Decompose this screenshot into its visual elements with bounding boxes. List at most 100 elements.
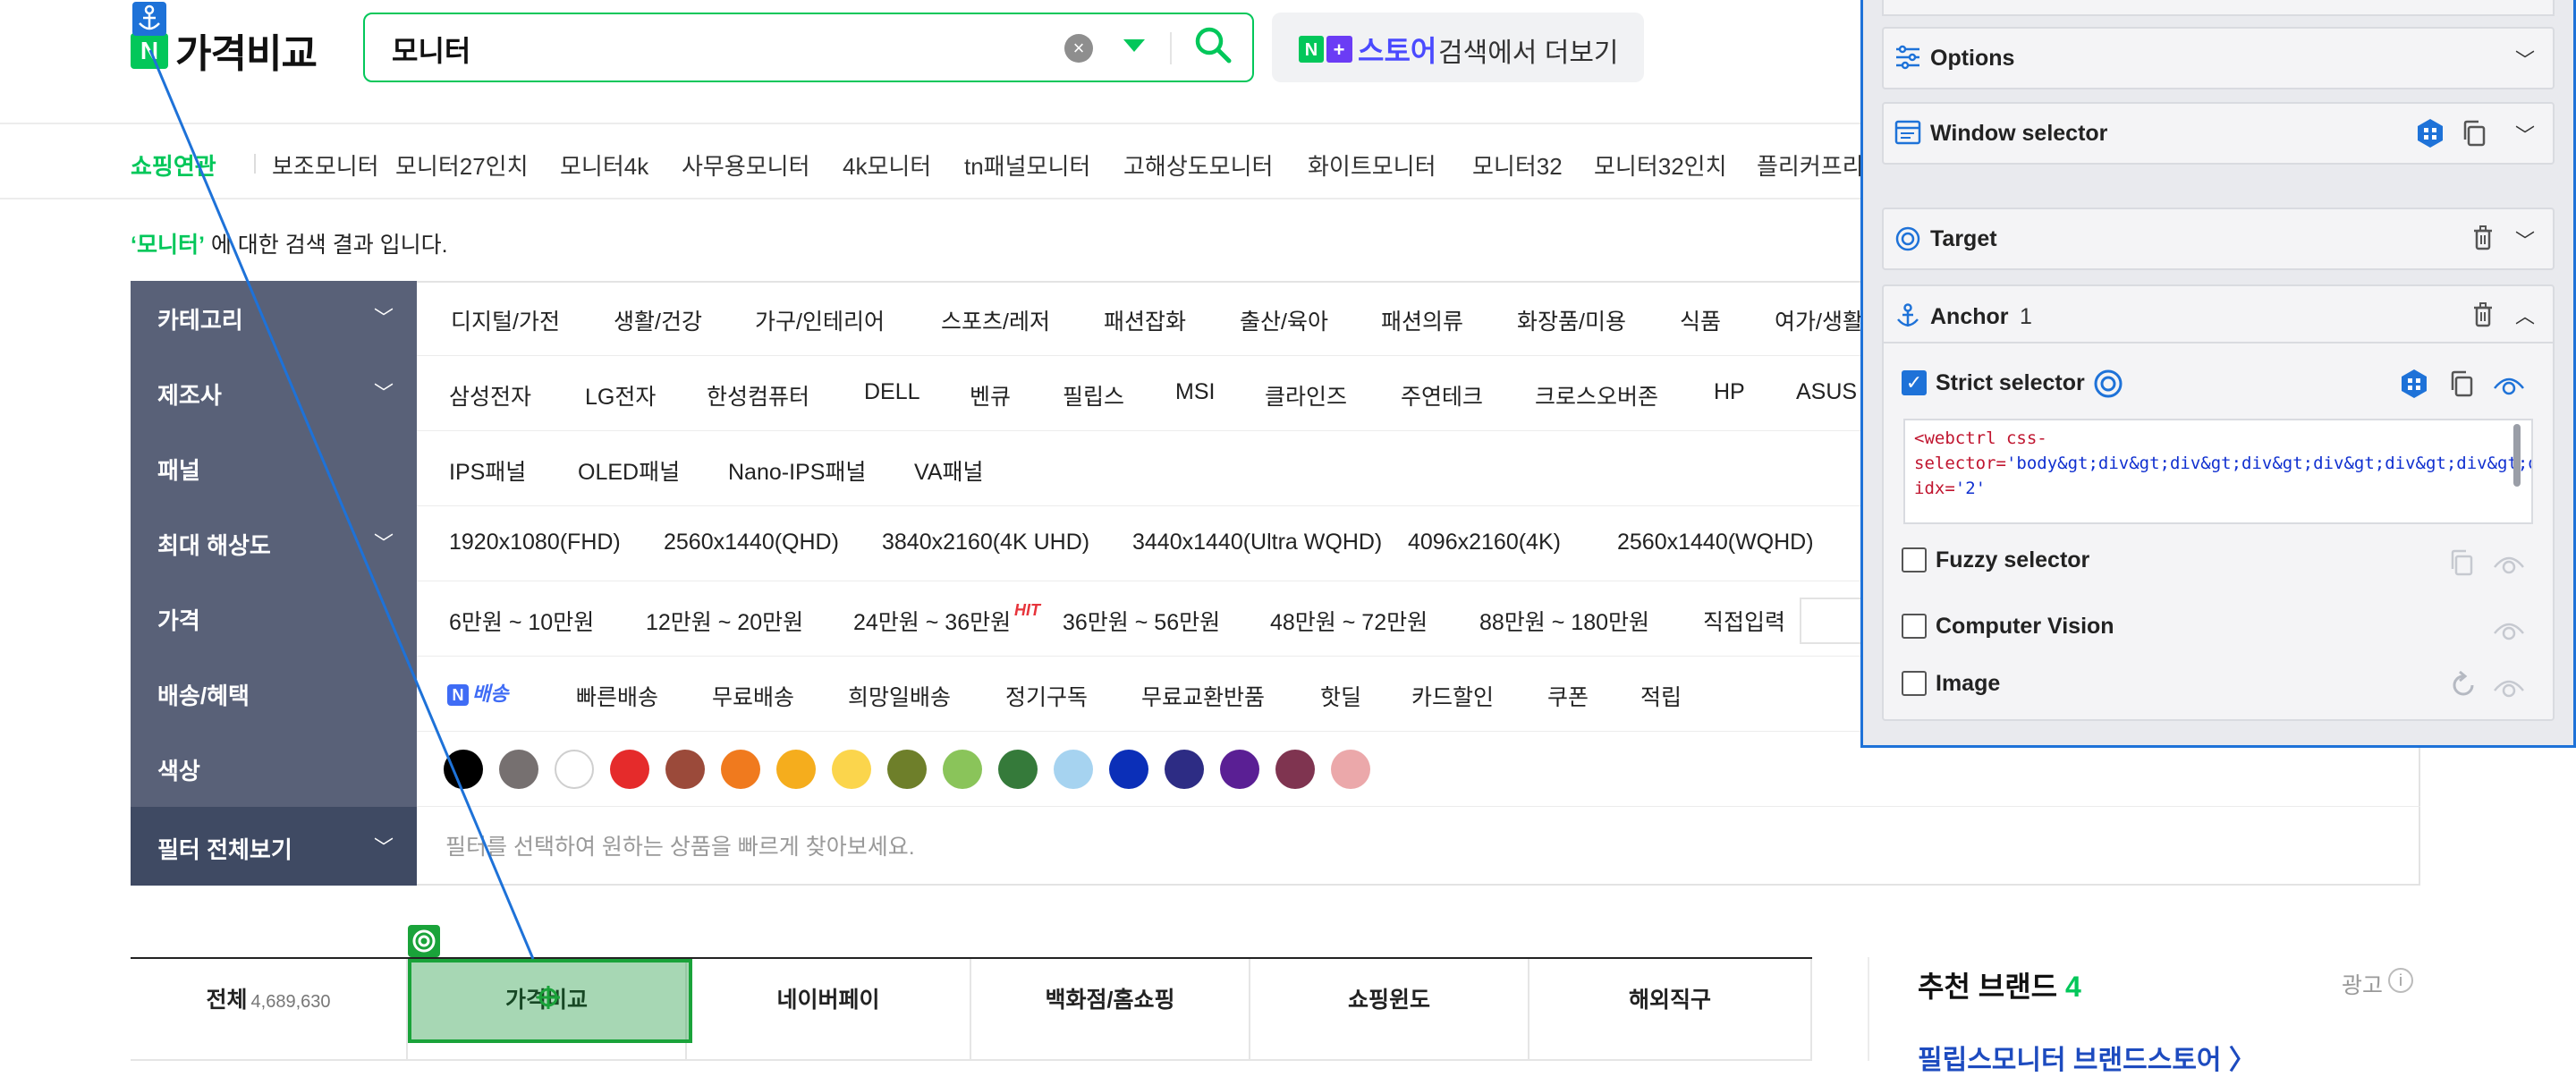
filter-option[interactable]: 삼성전자 bbox=[449, 379, 531, 411]
filter-option[interactable]: 주연테크 bbox=[1401, 379, 1483, 411]
related-keyword[interactable]: 모니터32인치 bbox=[1594, 148, 1727, 182]
filter-option[interactable]: 4096x2160(4K) bbox=[1408, 530, 1561, 555]
chevron-down-icon[interactable]: ﹀ bbox=[2515, 120, 2535, 148]
filter-option[interactable]: 카드할인 bbox=[1411, 680, 1494, 712]
related-keyword[interactable]: tn패널모니터 bbox=[964, 148, 1090, 182]
filter-option[interactable]: 벤큐 bbox=[970, 379, 1011, 411]
filter-head-maker[interactable]: 제조사 ﹀ bbox=[131, 356, 417, 431]
color-swatch[interactable] bbox=[665, 750, 705, 789]
filter-option[interactable]: 쿠폰 bbox=[1547, 680, 1589, 712]
computer-vision-checkbox[interactable] bbox=[1902, 614, 1927, 639]
search-input[interactable]: 모니터 bbox=[392, 29, 470, 70]
filter-option[interactable]: 화장품/미용 bbox=[1517, 304, 1626, 336]
copy-icon[interactable] bbox=[2462, 120, 2487, 147]
filter-option[interactable]: LG전자 bbox=[585, 379, 656, 411]
tab-overseas[interactable]: 해외직구 bbox=[1530, 959, 1812, 1061]
color-swatch[interactable] bbox=[943, 750, 982, 789]
filter-option[interactable]: HP bbox=[1714, 379, 1745, 405]
filter-head-category[interactable]: 카테고리 ﹀ bbox=[131, 281, 417, 356]
filter-option[interactable]: 정기구독 bbox=[1005, 680, 1088, 712]
filter-option[interactable]: 빠른배송 bbox=[576, 680, 658, 712]
tab-department[interactable]: 백화점/홈쇼핑 bbox=[971, 959, 1250, 1061]
selector-code-editor[interactable]: <webctrl css-selector='body&gt;div&gt;di… bbox=[1903, 419, 2533, 524]
color-swatch[interactable] bbox=[721, 750, 760, 789]
tab-naverpay[interactable]: 네이버페이 bbox=[687, 959, 971, 1061]
filter-option[interactable]: 1920x1080(FHD) bbox=[449, 530, 621, 555]
search-icon[interactable] bbox=[1193, 25, 1233, 64]
color-swatch[interactable] bbox=[444, 750, 483, 789]
filter-option[interactable]: 한성컴퓨터 bbox=[707, 379, 809, 411]
color-swatch[interactable] bbox=[832, 750, 871, 789]
filter-option[interactable]: 출산/육아 bbox=[1240, 304, 1328, 336]
color-swatch[interactable] bbox=[1220, 750, 1259, 789]
trash-icon[interactable] bbox=[2472, 225, 2494, 250]
related-keyword[interactable]: 보조모니터 bbox=[272, 148, 379, 182]
filter-all-button[interactable]: 필터 전체보기 ﹀ bbox=[131, 807, 417, 886]
filter-option[interactable]: 식품 bbox=[1680, 304, 1721, 336]
image-checkbox[interactable] bbox=[1902, 671, 1927, 696]
filter-option[interactable]: OLED패널 bbox=[578, 454, 680, 487]
selector-grid-icon[interactable] bbox=[2399, 369, 2429, 399]
filter-option[interactable]: 12만원 ~ 20만원 bbox=[646, 605, 803, 637]
filter-option[interactable]: 2560x1440(WQHD) bbox=[1617, 530, 1814, 555]
filter-option[interactable]: 디지털/가전 bbox=[451, 304, 560, 336]
filter-option[interactable]: 무료교환반품 bbox=[1141, 680, 1265, 712]
filter-option[interactable]: 여가/생활 bbox=[1775, 304, 1863, 336]
color-swatch[interactable] bbox=[1109, 750, 1148, 789]
filter-option[interactable]: 48만원 ~ 72만원 bbox=[1270, 605, 1428, 637]
color-swatch[interactable] bbox=[1165, 750, 1204, 789]
related-keyword[interactable]: 모니터27인치 bbox=[395, 148, 529, 182]
filter-option[interactable]: ASUS bbox=[1796, 379, 1857, 405]
filter-option[interactable]: 6만원 ~ 10만원 bbox=[449, 605, 594, 637]
related-keyword[interactable]: 4k모니터 bbox=[843, 148, 931, 182]
color-swatch[interactable] bbox=[1275, 750, 1315, 789]
filter-option[interactable]: 생활/건강 bbox=[614, 304, 702, 336]
filter-option[interactable]: 3440x1440(Ultra WQHD) bbox=[1132, 530, 1382, 555]
color-swatch[interactable] bbox=[1054, 750, 1093, 789]
trash-icon[interactable] bbox=[2472, 302, 2494, 327]
filter-option[interactable]: 핫딜 bbox=[1320, 680, 1361, 712]
filter-option[interactable]: 2560x1440(QHD) bbox=[664, 530, 839, 555]
filter-option[interactable]: 무료배송 bbox=[712, 680, 794, 712]
color-swatch[interactable] bbox=[610, 750, 649, 789]
brand-store-link[interactable]: 필립스모니터 브랜드스토어 〉 bbox=[1918, 1038, 2256, 1077]
code-scrollbar[interactable] bbox=[2513, 424, 2521, 487]
related-keyword[interactable]: 화이트모니터 bbox=[1308, 148, 1436, 182]
strict-selector-checkbox[interactable]: ✓ bbox=[1902, 370, 1927, 395]
filter-option[interactable]: MSI bbox=[1175, 379, 1215, 405]
filter-option[interactable]: 희망일배송 bbox=[848, 680, 951, 712]
filter-option[interactable]: 스포츠/레저 bbox=[941, 304, 1050, 336]
chevron-down-icon[interactable]: ﹀ bbox=[2515, 225, 2535, 254]
n-delivery-badge[interactable]: N 배송 bbox=[447, 678, 508, 707]
color-swatch[interactable] bbox=[887, 750, 927, 789]
color-swatch[interactable] bbox=[555, 750, 594, 789]
tab-shopping-window[interactable]: 쇼핑윈도 bbox=[1250, 959, 1530, 1061]
eye-icon[interactable] bbox=[2492, 370, 2526, 397]
chevron-down-icon[interactable]: ﹀ bbox=[2515, 45, 2535, 73]
filter-option[interactable]: 24만원 ~ 36만원 bbox=[853, 605, 1011, 637]
filter-option[interactable]: 클라인즈 bbox=[1265, 379, 1347, 411]
filter-option[interactable]: 36만원 ~ 56만원 bbox=[1063, 605, 1220, 637]
copy-icon[interactable] bbox=[2449, 370, 2474, 397]
color-swatch[interactable] bbox=[776, 750, 816, 789]
color-swatch[interactable] bbox=[499, 750, 538, 789]
related-keyword[interactable]: 사무용모니터 bbox=[682, 148, 810, 182]
color-swatch[interactable] bbox=[1331, 750, 1370, 789]
selector-grid-icon[interactable] bbox=[2415, 118, 2445, 148]
target-icon[interactable] bbox=[2093, 369, 2123, 399]
filter-option[interactable]: IPS패널 bbox=[449, 454, 526, 487]
fuzzy-selector-checkbox[interactable] bbox=[1902, 547, 1927, 572]
filter-head-resolution[interactable]: 최대 해상도 ﹀ bbox=[131, 506, 417, 581]
filter-option[interactable]: 3840x2160(4K UHD) bbox=[882, 530, 1089, 555]
filter-option[interactable]: 88만원 ~ 180만원 bbox=[1479, 605, 1649, 637]
filter-option[interactable]: 패션잡화 bbox=[1104, 304, 1186, 336]
color-swatch[interactable] bbox=[998, 750, 1038, 789]
related-keyword[interactable]: 플리커프리 bbox=[1757, 148, 1864, 182]
filter-option[interactable]: Nano-IPS패널 bbox=[728, 454, 866, 487]
filter-option[interactable]: DELL bbox=[864, 379, 920, 405]
logo-title[interactable]: 가격비교 bbox=[175, 21, 318, 79]
chevron-up-icon[interactable]: ︿ bbox=[2515, 301, 2535, 329]
related-keyword[interactable]: 고해상도모니터 bbox=[1123, 148, 1273, 182]
filter-option[interactable]: 필립스 bbox=[1063, 379, 1124, 411]
filter-option[interactable]: 적립 bbox=[1640, 680, 1682, 712]
